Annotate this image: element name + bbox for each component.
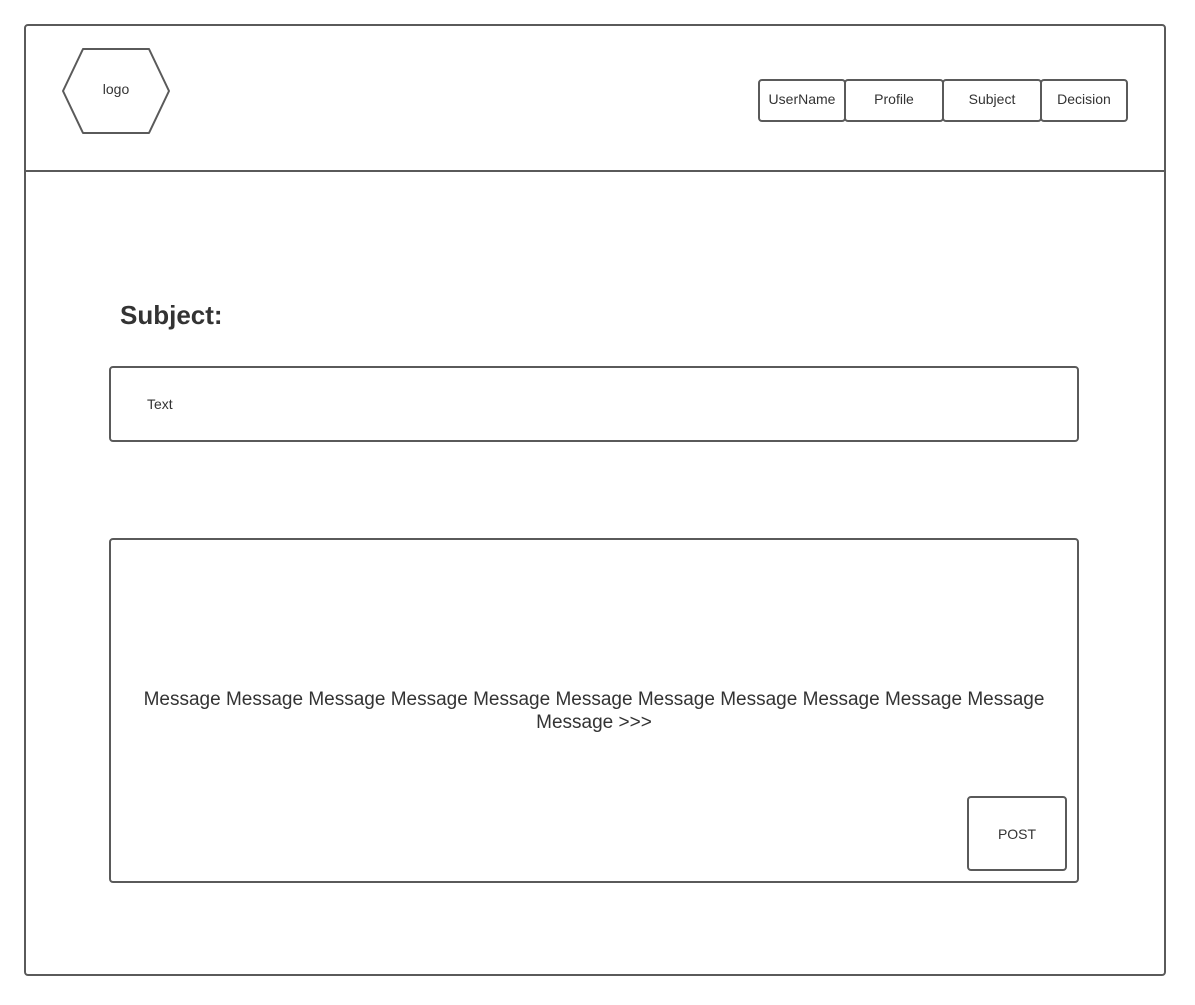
post-button[interactable]: POST [967, 796, 1067, 871]
logo-label: logo [102, 81, 130, 97]
message-text: Message Message Message Message Message … [143, 689, 1045, 733]
subject-input-value: Text [147, 396, 173, 412]
nav-profile-button[interactable]: Profile [844, 79, 944, 122]
nav-subject-button[interactable]: Subject [942, 79, 1042, 122]
subject-input[interactable]: Text [109, 366, 1079, 442]
logo[interactable]: logo [61, 47, 171, 135]
header-divider [24, 170, 1166, 172]
page-title: Subject: [120, 300, 223, 330]
nav-decision-button[interactable]: Decision [1040, 79, 1128, 122]
nav-username-button[interactable]: UserName [758, 79, 846, 122]
message-textarea[interactable]: Message Message Message Message Message … [109, 538, 1079, 883]
